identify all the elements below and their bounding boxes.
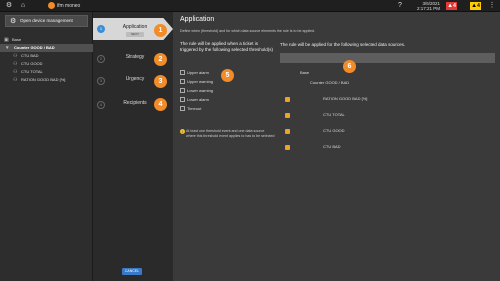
checkbox-label: Lower alarm — [187, 97, 210, 102]
device-icon: ⚙ — [10, 18, 17, 25]
step-label: Strategy — [125, 54, 145, 60]
source-row-ctu-good[interactable]: CTU GOOD — [280, 126, 495, 136]
step-number: 4 — [97, 101, 105, 109]
datasource-icon: ⚇ — [13, 77, 18, 83]
sidebar: ⚙ Open device management ▣ Base ▾ Counter … — [0, 12, 93, 281]
step-label: Application — [122, 24, 148, 30]
source-label: CTU TOTAL — [323, 112, 345, 117]
logo-icon — [48, 2, 55, 10]
callout-marker-2: 2 — [154, 53, 167, 66]
source-label: CTU BAD — [323, 144, 341, 149]
checkbox-label: Upper warning — [187, 79, 214, 84]
page-title: Application — [180, 16, 215, 23]
source-row-base[interactable]: Base — [280, 68, 495, 78]
sources-filter-bar[interactable] — [280, 53, 495, 63]
datasource-icon: ⚇ — [13, 69, 18, 75]
open-device-management-button[interactable]: ⚙ Open device management — [5, 15, 88, 27]
step-number: 1 — [97, 25, 105, 33]
datetime: 3/6/2021 2:17:21 PM — [412, 1, 440, 11]
device-tree: ▣ Base ▾ Counter GOOD / BAD ⚇ CTU BAD ⚇ CTU … — [0, 36, 93, 84]
help-icon[interactable]: ? — [396, 2, 404, 10]
tree-item-label: RATION GOOD BAD [%] — [21, 77, 66, 82]
tree-item-label: Counter GOOD / BAD — [14, 45, 55, 50]
checkbox-checked[interactable] — [285, 145, 290, 150]
checkbox[interactable] — [180, 97, 185, 102]
checkbox[interactable] — [180, 79, 185, 84]
checkbox[interactable] — [180, 70, 185, 75]
home-icon[interactable]: ⌂ — [19, 2, 27, 10]
callout-marker-4: 4 — [154, 98, 167, 111]
time-text: 2:17:21 PM — [416, 6, 440, 11]
alarm-red-count: 4 — [453, 3, 456, 9]
step-label: Recipients — [123, 100, 147, 106]
tree-item-ctu-good[interactable]: ⚇ CTU GOOD — [0, 60, 93, 68]
source-label: Base — [300, 70, 310, 75]
source-label: Counter GOOD / BAD — [310, 80, 350, 85]
top-bar: ⚙ ⌂ ifm moneo ? 3/6/2021 2:17:21 PM ▲4 ▲… — [0, 0, 500, 12]
sources-heading: The rule will be applied for the followi… — [280, 42, 406, 47]
expand-icon: ▾ — [6, 45, 9, 51]
checkbox-upper-alarm[interactable]: Upper alarm — [180, 68, 275, 77]
page-description: Define when (threshold) and for which da… — [180, 29, 316, 33]
checkbox-checked[interactable] — [285, 129, 290, 134]
folder-icon: ▣ — [4, 37, 9, 43]
info-icon: ! — [180, 129, 185, 134]
checkbox-checked[interactable] — [285, 113, 290, 118]
open-device-management-label: Open device management — [20, 18, 73, 23]
checkbox-lower-alarm[interactable]: Lower alarm — [180, 95, 275, 104]
datasource-icon: ⚇ — [13, 53, 18, 59]
wizard-steps: 1 Application NEXT 1 2 Strategy 2 3 Urge… — [93, 12, 173, 281]
checkbox-label: Lower warning — [187, 88, 214, 93]
checkbox-checked[interactable] — [285, 97, 290, 102]
tree-item-ctu-bad[interactable]: ⚇ CTU BAD — [0, 52, 93, 60]
callout-marker-3: 3 — [154, 75, 167, 88]
tree-item-label: CTU GOOD — [21, 61, 43, 66]
tree-item-ctu-total[interactable]: ⚇ CTU TOTAL — [0, 68, 93, 76]
tree-item-label: Base — [12, 37, 22, 42]
step-label: Urgency — [125, 76, 145, 82]
source-label: RATION GOOD BAD [%] — [323, 96, 368, 101]
tree-item-ration[interactable]: ⚇ RATION GOOD BAD [%] — [0, 76, 93, 84]
step-number: 2 — [97, 55, 105, 63]
checkbox-upper-warning[interactable]: Upper warning — [180, 77, 275, 86]
datasource-icon: ⚇ — [13, 61, 18, 67]
threshold-heading: The rule will be applied when a ticket i… — [180, 41, 274, 52]
step-number: 3 — [97, 77, 105, 85]
alarm-badge-yellow[interactable]: ▲4 — [470, 2, 481, 10]
next-button[interactable]: NEXT — [126, 32, 144, 37]
source-row-ration[interactable]: RATION GOOD BAD [%] — [280, 94, 495, 104]
checkbox-label: Upper alarm — [187, 70, 210, 75]
source-row-counter[interactable]: Counter GOOD / BAD — [280, 78, 495, 88]
cancel-button[interactable]: CANCEL — [122, 268, 142, 275]
tree-item-counter[interactable]: ▾ Counter GOOD / BAD — [0, 44, 93, 52]
note-text: At least one threshold event and one dat… — [186, 129, 275, 138]
tree-item-label: CTU TOTAL — [21, 69, 43, 74]
tree-item-base[interactable]: ▣ Base — [0, 36, 93, 44]
menu-icon[interactable]: ⚙ — [5, 2, 13, 10]
alarm-badge-red[interactable]: ▲4 — [446, 2, 457, 10]
source-row-ctu-total[interactable]: CTU TOTAL — [280, 110, 495, 120]
source-label: CTU GOOD — [323, 128, 345, 133]
more-icon[interactable]: ⋮ — [488, 2, 496, 10]
main-content: Application Define when (threshold) and … — [173, 12, 500, 281]
checkbox-lower-warning[interactable]: Lower warning — [180, 86, 275, 95]
callout-marker-1: 1 — [154, 24, 167, 37]
checkbox[interactable] — [180, 106, 185, 111]
brand: ifm moneo — [48, 2, 80, 10]
source-row-ctu-bad[interactable]: CTU BAD — [280, 142, 495, 152]
selection-note: ! At least one threshold event and one da… — [180, 129, 275, 139]
checkbox-timeout[interactable]: Timeout — [180, 104, 275, 113]
threshold-list: Upper alarm Upper warning Lower warning … — [180, 68, 275, 113]
brand-name: ifm moneo — [57, 3, 81, 9]
checkbox-label: Timeout — [187, 106, 202, 111]
alarm-yellow-count: 4 — [477, 3, 480, 9]
sources-list: Base Counter GOOD / BAD RATION GOOD BAD … — [280, 68, 495, 152]
tree-item-label: CTU BAD — [21, 53, 39, 58]
checkbox[interactable] — [180, 88, 185, 93]
